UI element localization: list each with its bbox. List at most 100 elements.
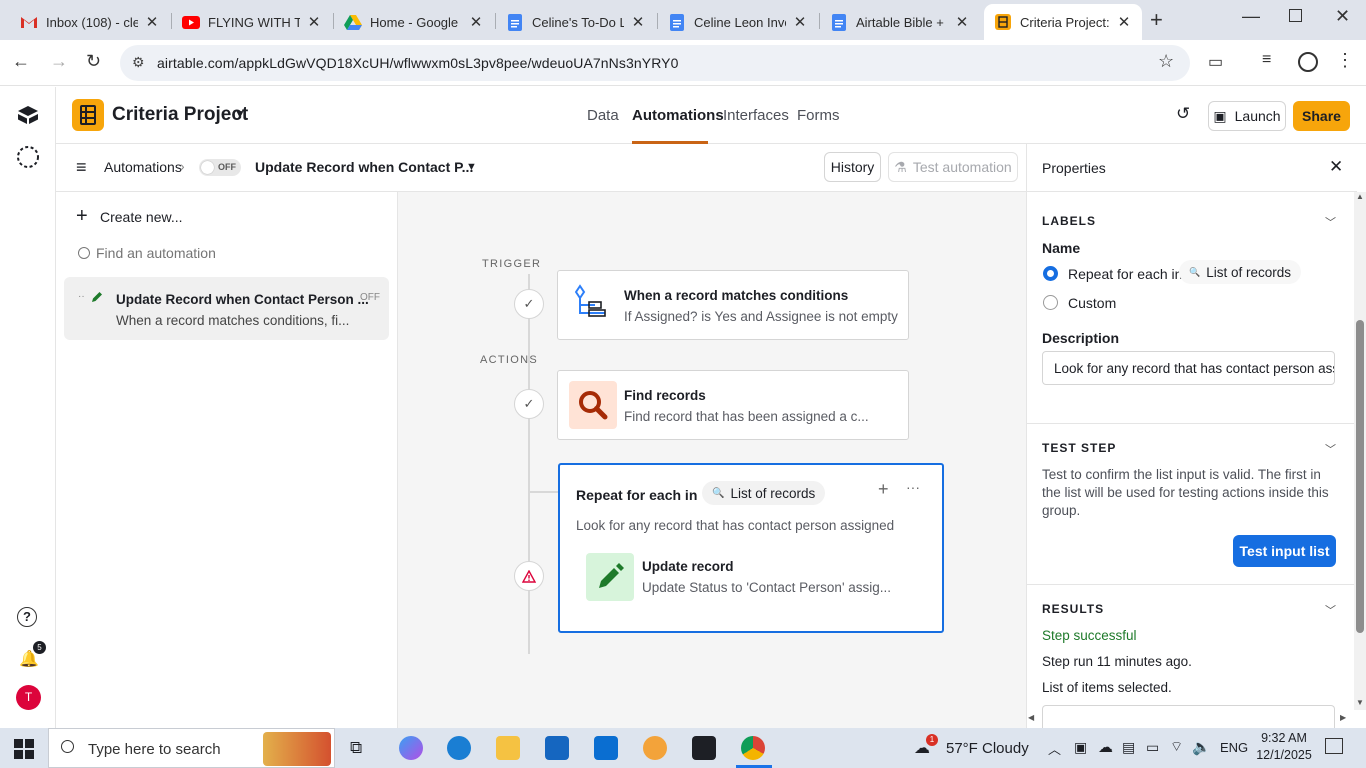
find-automation-input[interactable]	[96, 242, 376, 264]
bookmark-star-icon[interactable]: ☆	[1158, 51, 1174, 72]
browser-tab-docs-invoice[interactable]: Celine Leon Invo ✕	[658, 4, 818, 40]
chrome-icon[interactable]	[741, 736, 765, 760]
minimize-icon[interactable]: —	[1242, 6, 1260, 27]
chrome-menu-icon[interactable]: ⋮	[1336, 50, 1354, 71]
project-title[interactable]: Criteria Project	[112, 104, 248, 126]
media-control-icon[interactable]: ≡	[1262, 51, 1271, 69]
profile-icon[interactable]	[1298, 52, 1318, 72]
edge-icon[interactable]	[447, 736, 471, 760]
repeat-group-card[interactable]: Repeat for each in 🔍 List of records + ··…	[558, 463, 944, 633]
nav-tab-interfaces[interactable]: Interfaces	[723, 107, 789, 124]
browser-tab-strip: Inbox (108) - cle ✕ FLYING WITH TH ✕ Hom…	[0, 0, 1366, 40]
chevron-down-icon[interactable]: ﹀	[1325, 214, 1336, 230]
radio-custom[interactable]	[1043, 295, 1058, 310]
automation-list-item[interactable]: ·· Update Record when Contact Person ...…	[64, 277, 389, 340]
copilot-icon[interactable]	[399, 736, 423, 760]
clock-date[interactable]: 12/1/2025	[1256, 748, 1312, 762]
test-input-list-button[interactable]: Test input list	[1233, 535, 1336, 567]
browser-tab-docs-bible[interactable]: Airtable Bible + C ✕	[820, 4, 980, 40]
base-logo-icon[interactable]	[72, 99, 104, 131]
launch-button[interactable]: ▣ Launch	[1208, 101, 1286, 131]
omni-icon[interactable]	[15, 144, 41, 170]
close-tab-icon[interactable]: ✕	[1116, 13, 1132, 31]
chevron-down-icon[interactable]: ▼	[466, 161, 477, 173]
more-options-icon[interactable]: ···	[906, 479, 920, 495]
find-records-card[interactable]: Find records Find record that has been a…	[557, 370, 909, 440]
new-tab-icon[interactable]: +	[1150, 7, 1163, 33]
wifi-icon[interactable]: ⌔	[1170, 738, 1183, 756]
battery-icon[interactable]: ▭	[1146, 739, 1159, 756]
airtable-logo-icon[interactable]	[16, 105, 40, 125]
browser-tab-drive[interactable]: Home - Google D ✕	[334, 4, 494, 40]
address-bar[interactable]: ⚙ airtable.com/appkLdGwVQD18XcUH/wflwwxm…	[120, 45, 1190, 81]
taskbar-search-box[interactable]: Type here to search	[48, 728, 335, 768]
back-icon[interactable]: ←	[12, 51, 30, 72]
user-avatar[interactable]: T	[16, 685, 41, 710]
chevron-up-icon[interactable]: ︿	[1048, 739, 1061, 758]
windows-start-icon[interactable]	[14, 739, 34, 759]
close-tab-icon[interactable]: ✕	[468, 13, 484, 31]
add-step-plus-icon[interactable]: +	[878, 479, 889, 500]
chevron-down-icon[interactable]: ▼	[234, 107, 246, 121]
microsoft-store-icon[interactable]	[545, 736, 569, 760]
restore-icon[interactable]	[1289, 9, 1302, 22]
browser-tab-docs-todo[interactable]: Celine's To-Do Li ✕	[496, 4, 656, 40]
share-button[interactable]: Share	[1293, 101, 1350, 131]
display-icon[interactable]: ▤	[1122, 739, 1135, 756]
scroll-left-icon[interactable]: ◀	[1028, 713, 1034, 722]
close-tab-icon[interactable]: ✕	[792, 13, 808, 31]
weather-temp[interactable]: 57°F	[946, 740, 978, 757]
chevron-down-icon[interactable]: ﹀	[1325, 441, 1336, 457]
browser-tab-gmail[interactable]: Inbox (108) - cle ✕	[10, 4, 170, 40]
task-view-icon[interactable]: ⧉	[350, 738, 362, 758]
norton-icon[interactable]	[643, 736, 667, 760]
hamburger-menu-icon[interactable]: ≡	[76, 157, 87, 178]
onedrive-cloud-icon[interactable]: ☁	[1098, 738, 1113, 756]
browser-tab-youtube[interactable]: FLYING WITH TH ✕	[172, 4, 332, 40]
close-tab-icon[interactable]: ✕	[306, 13, 322, 31]
chevron-down-icon[interactable]: ﹀	[1325, 602, 1336, 618]
update-record-title[interactable]: Update record	[642, 559, 734, 574]
reload-icon[interactable]: ↻	[86, 51, 101, 72]
scrollbar-thumb[interactable]	[1356, 320, 1364, 633]
scroll-up-icon[interactable]: ▲	[1356, 192, 1364, 201]
camera-icon[interactable]: ▣	[1074, 739, 1087, 756]
help-icon[interactable]: ?	[17, 607, 37, 627]
forward-icon[interactable]: →	[50, 51, 68, 72]
nav-tab-data[interactable]: Data	[587, 107, 619, 124]
breadcrumb-automations[interactable]: Automations	[104, 159, 182, 175]
description-input[interactable]: Look for any record that has contact per…	[1042, 351, 1335, 385]
drag-handle-icon[interactable]: ··	[78, 291, 85, 302]
automation-toggle[interactable]: OFF	[199, 159, 241, 176]
scroll-right-icon[interactable]: ▶	[1340, 713, 1346, 722]
file-explorer-icon[interactable]	[496, 736, 520, 760]
list-of-records-pill[interactable]: 🔍 List of records	[702, 481, 826, 505]
test-automation-button[interactable]: ⚗ Test automation	[888, 152, 1018, 182]
weather-text[interactable]: Cloudy	[982, 740, 1029, 757]
scroll-down-icon[interactable]: ▼	[1356, 698, 1364, 707]
site-settings-icon[interactable]: ⚙	[132, 54, 145, 71]
language-indicator[interactable]: ENG	[1220, 740, 1248, 755]
cast-icon[interactable]: ▭	[1208, 52, 1223, 72]
result-time: Step run 11 minutes ago.	[1042, 654, 1192, 669]
browser-tab-airtable[interactable]: Criteria Project: I ✕	[984, 4, 1142, 40]
properties-scrollbar[interactable]: ▲ ▼	[1354, 192, 1366, 710]
speaker-icon[interactable]: 🔈	[1192, 738, 1211, 756]
trigger-card[interactable]: When a record matches conditions If Assi…	[557, 270, 909, 340]
notification-center-icon[interactable]	[1325, 738, 1343, 754]
nav-tab-forms[interactable]: Forms	[797, 107, 840, 124]
automation-name[interactable]: Update Record when Contact P...	[255, 159, 473, 175]
history-button[interactable]: History	[824, 152, 881, 182]
create-new-button[interactable]: Create new...	[100, 209, 183, 225]
close-tab-icon[interactable]: ✕	[954, 13, 970, 31]
close-tab-icon[interactable]: ✕	[630, 13, 646, 31]
outlook-icon[interactable]	[594, 736, 618, 760]
history-clock-icon[interactable]: ↺	[1176, 104, 1190, 124]
sticky-notes-icon[interactable]	[692, 736, 716, 760]
nav-tab-automations[interactable]: Automations	[632, 107, 724, 124]
close-tab-icon[interactable]: ✕	[144, 13, 160, 31]
window-close-icon[interactable]: ✕	[1335, 6, 1350, 27]
close-panel-icon[interactable]: ✕	[1329, 157, 1343, 177]
clock-time[interactable]: 9:32 AM	[1258, 731, 1310, 745]
radio-repeat[interactable]	[1043, 266, 1058, 281]
